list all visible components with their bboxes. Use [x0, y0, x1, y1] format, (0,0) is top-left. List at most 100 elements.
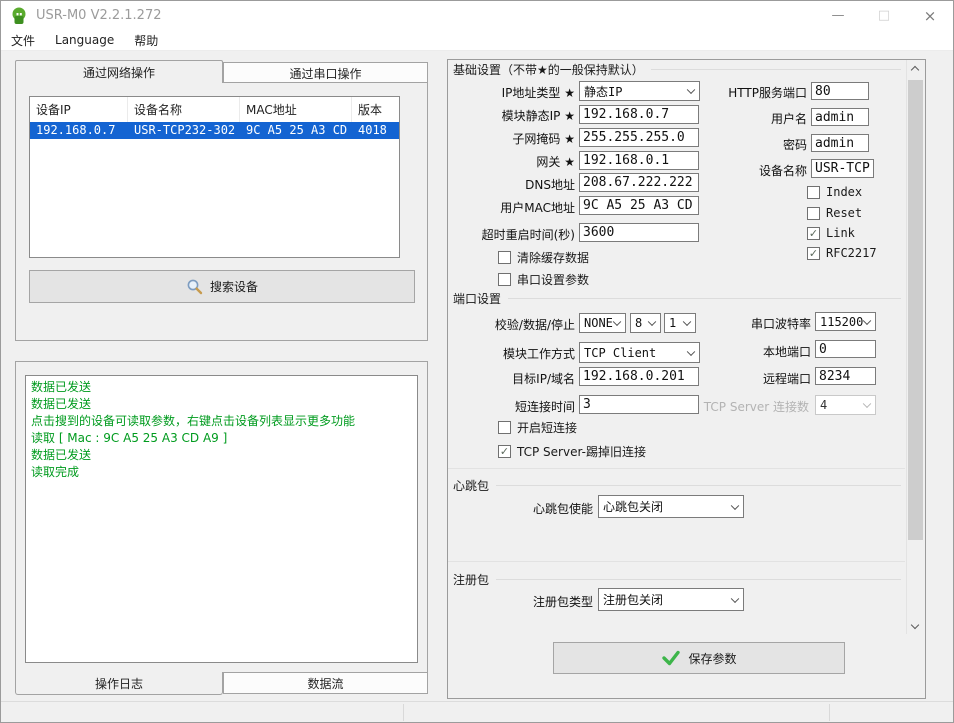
scroll-up-icon[interactable] — [907, 60, 923, 76]
chevron-down-icon — [686, 347, 696, 356]
subnet-mask-field[interactable] — [579, 128, 699, 147]
col-device-ip[interactable]: 设备IP — [30, 97, 128, 122]
tab-network-operation[interactable]: 通过网络操作 — [15, 60, 223, 83]
device-name-field[interactable] — [811, 159, 874, 178]
checkbox-checked-icon: ✓ — [498, 445, 511, 458]
tab-serial-operation[interactable]: 通过串口操作 — [223, 62, 428, 84]
short-conn-time-label: 短连接时间 — [514, 400, 575, 414]
settings-scrollbar[interactable] — [906, 60, 923, 634]
static-ip-label: 模块静态IP ★ — [501, 109, 575, 123]
menu-bar: 文件 Language 帮助 — [1, 30, 953, 51]
max-conn-label: TCP Server 连接数 — [703, 400, 809, 414]
index-checkbox[interactable]: Index — [807, 185, 862, 199]
max-conn-select[interactable]: 4 — [815, 395, 876, 415]
databits-select[interactable]: 8 — [630, 313, 661, 333]
tab-data-stream[interactable]: 数据流 — [223, 672, 428, 694]
app-icon — [12, 7, 26, 24]
short-conn-checkbox[interactable]: 开启短连接 — [498, 419, 577, 436]
static-ip-field[interactable] — [579, 105, 699, 124]
save-params-label: 保存参数 — [688, 651, 737, 666]
target-ip-field[interactable] — [579, 367, 699, 386]
section-heartbeat-title: 心跳包 — [453, 479, 490, 493]
gateway-label: 网关 ★ — [536, 155, 575, 169]
dns-label: DNS地址 — [525, 178, 575, 192]
http-port-field[interactable] — [811, 82, 869, 100]
heartbeat-enable-select[interactable]: 心跳包关闭 — [598, 495, 744, 518]
register-type-select[interactable]: 注册包关闭 — [598, 588, 744, 611]
section-base-title: 基础设置（不带★的一般保持默认） — [453, 63, 644, 77]
timeout-restart-label: 超时重启时间(秒) — [481, 228, 575, 242]
col-device-name[interactable]: 设备名称 — [128, 97, 240, 122]
work-mode-select[interactable]: TCP Client — [579, 342, 700, 363]
minimize-button[interactable]: — — [815, 1, 861, 30]
operation-log[interactable]: 数据已发送 数据已发送 点击搜到的设备可读取参数，右键点击设备列表显示更多功能 … — [25, 375, 418, 663]
device-row-selected[interactable]: 192.168.0.7 USR-TCP232-302 9C A5 25 A3 C… — [30, 122, 399, 139]
chevron-down-icon — [730, 594, 740, 603]
section-register: 注册包 — [453, 571, 901, 588]
dns-field[interactable] — [579, 173, 699, 192]
clear-cache-label: 清除缓存数据 — [517, 251, 590, 265]
check-icon — [662, 650, 681, 666]
link-checkbox[interactable]: ✓ Link — [807, 226, 855, 240]
chevron-down-icon — [862, 316, 872, 325]
username-field[interactable] — [811, 108, 869, 126]
checkbox-icon — [807, 185, 820, 199]
ip-type-select[interactable]: 静态IP — [579, 81, 700, 101]
status-bar — [1, 701, 953, 722]
maximize-button[interactable]: □ — [861, 1, 907, 30]
baud-rate-select[interactable]: 115200 — [815, 312, 876, 331]
menu-language[interactable]: Language — [45, 30, 124, 51]
search-icon — [187, 279, 203, 295]
col-mac-address[interactable]: MAC地址 — [240, 97, 352, 122]
subnet-mask-label: 子网掩码 ★ — [512, 132, 575, 146]
scrollbar-thumb[interactable] — [908, 80, 923, 540]
status-divider — [403, 704, 404, 721]
timeout-restart-field[interactable] — [579, 223, 699, 242]
section-heartbeat: 心跳包 — [453, 477, 901, 494]
col-version[interactable]: 版本 — [352, 97, 399, 122]
search-device-button[interactable]: 搜索设备 — [29, 270, 415, 303]
parity-select[interactable]: NONE — [579, 313, 626, 333]
remote-port-field[interactable] — [815, 367, 876, 385]
device-table: 设备IP 设备名称 MAC地址 版本 192.168.0.7 USR-TCP23… — [29, 96, 400, 258]
reset-checkbox[interactable]: Reset — [807, 206, 862, 220]
tab-operation-log[interactable]: 操作日志 — [15, 672, 223, 695]
user-mac-field[interactable] — [579, 196, 699, 215]
kick-old-conn-label: TCP Server-踢掉旧连接 — [517, 445, 646, 459]
remote-port-label: 远程端口 — [762, 372, 811, 386]
user-mac-label: 用户MAC地址 — [500, 201, 575, 215]
device-table-header: 设备IP 设备名称 MAC地址 版本 — [30, 97, 399, 122]
checkbox-icon — [498, 273, 511, 286]
section-register-title: 注册包 — [453, 573, 490, 587]
stopbits-select[interactable]: 1 — [664, 313, 696, 333]
device-name-label: 设备名称 — [758, 164, 807, 178]
chevron-down-icon — [730, 501, 740, 510]
section-divider — [448, 468, 905, 469]
window-title: USR-M0 V2.2.1.272 — [36, 8, 162, 23]
parity-data-stop-label: 校验/数据/停止 — [494, 318, 575, 332]
short-conn-label: 开启短连接 — [517, 421, 578, 435]
serial-params-checkbox[interactable]: 串口设置参数 — [498, 271, 589, 288]
password-field[interactable] — [811, 134, 869, 152]
log-line: 数据已发送 — [31, 397, 92, 411]
checkbox-icon — [498, 421, 511, 434]
local-port-field[interactable] — [815, 340, 876, 358]
kick-old-conn-checkbox[interactable]: ✓ TCP Server-踢掉旧连接 — [498, 443, 646, 460]
index-label: Index — [826, 185, 863, 199]
scroll-down-icon[interactable] — [907, 618, 923, 634]
device-name: USR-TCP232-302 — [134, 123, 236, 137]
clear-cache-checkbox[interactable]: 清除缓存数据 — [498, 249, 589, 266]
title-bar: USR-M0 V2.2.1.272 — □ × — [1, 1, 953, 30]
gateway-field[interactable] — [579, 151, 699, 170]
save-params-button[interactable]: 保存参数 — [553, 642, 845, 674]
checkbox-icon — [498, 251, 511, 264]
log-line: 读取 [ Mac : 9C A5 25 A3 CD A9 ] — [31, 431, 228, 445]
chevron-down-icon — [862, 399, 872, 409]
chevron-down-icon — [647, 317, 657, 327]
menu-file[interactable]: 文件 — [1, 30, 45, 51]
rfc2217-checkbox[interactable]: ✓ RFC2217 — [807, 246, 877, 260]
close-button[interactable]: × — [907, 1, 953, 30]
checkbox-icon — [807, 206, 820, 220]
menu-help[interactable]: 帮助 — [124, 30, 168, 51]
chevron-down-icon — [686, 85, 696, 95]
